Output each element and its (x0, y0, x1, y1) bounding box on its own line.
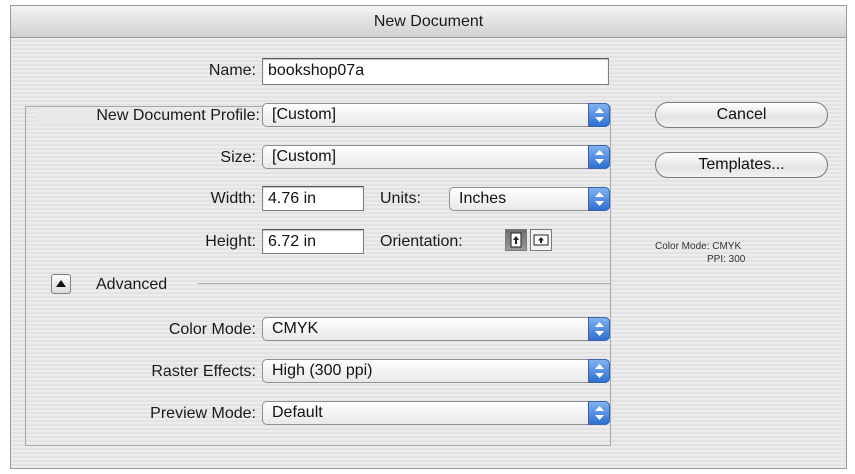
advanced-divider (198, 283, 610, 284)
portrait-icon (510, 232, 522, 248)
popup-arrows-icon (588, 187, 610, 211)
profile-label: New Document Profile: (36, 107, 260, 125)
advanced-toggle-button[interactable] (51, 274, 71, 294)
preview-mode-popup[interactable]: Default (262, 401, 610, 425)
color-mode-info: Color Mode: CMYK (655, 241, 742, 252)
popup-arrows-icon (588, 401, 610, 425)
ppi-info: PPI: 300 (707, 254, 746, 265)
units-label: Units: (380, 190, 421, 207)
preview-mode-label: Preview Mode: (150, 405, 256, 422)
width-input[interactable]: 4.76 in (262, 186, 364, 211)
dialog-title: New Document (11, 6, 846, 38)
cancel-button[interactable]: Cancel (655, 102, 828, 128)
size-value: [Custom] (272, 148, 337, 165)
templates-button[interactable]: Templates... (655, 152, 828, 178)
landscape-icon (533, 234, 549, 246)
profile-value: [Custom] (272, 106, 337, 123)
popup-arrows-icon (588, 103, 610, 127)
popup-arrows-icon (588, 359, 610, 383)
color-mode-value: CMYK (272, 320, 319, 337)
raster-effects-value: High (300 ppi) (272, 362, 373, 379)
units-value: Inches (459, 190, 507, 207)
name-label: Name: (208, 62, 256, 79)
profile-popup[interactable]: [Custom] (262, 103, 610, 127)
preview-mode-value: Default (272, 404, 323, 421)
raster-effects-label: Raster Effects: (151, 363, 256, 380)
popup-arrows-icon (588, 317, 610, 341)
triangle-up-icon (56, 280, 66, 287)
height-input[interactable]: 6.72 in (262, 229, 364, 254)
landscape-orientation-button[interactable] (530, 229, 552, 251)
height-label: Height: (205, 233, 256, 250)
raster-effects-popup[interactable]: High (300 ppi) (262, 359, 610, 383)
orientation-label: Orientation: (380, 233, 463, 250)
advanced-label: Advanced (96, 276, 168, 293)
units-popup[interactable]: Inches (449, 187, 610, 211)
portrait-orientation-button[interactable] (505, 229, 527, 251)
popup-arrows-icon (588, 145, 610, 169)
color-mode-popup[interactable]: CMYK (262, 317, 610, 341)
name-input[interactable]: bookshop07a (262, 58, 609, 85)
color-mode-label: Color Mode: (168, 321, 256, 338)
width-label: Width: (210, 190, 256, 207)
size-label: Size: (220, 149, 256, 166)
size-popup[interactable]: [Custom] (262, 145, 610, 169)
